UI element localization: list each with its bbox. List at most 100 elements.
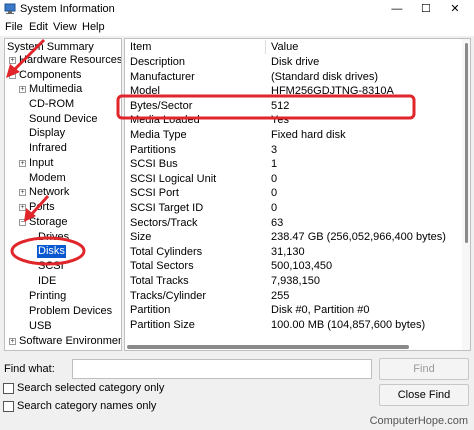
row-item: Model [130, 85, 160, 98]
expand-icon[interactable]: + [19, 160, 26, 167]
tree-item-display[interactable]: Display [29, 127, 65, 140]
table-row[interactable]: Total Cylinders 31,130 [125, 245, 465, 259]
tree-item-multimedia[interactable]: Multimedia [29, 83, 82, 96]
row-value: 7,938,150 [271, 275, 320, 287]
row-value: 512 [271, 99, 290, 112]
tree-item-drives[interactable]: Drives [38, 231, 69, 244]
row-value: 3 [271, 143, 278, 156]
tree-item-input[interactable]: Input [29, 157, 53, 170]
table-row[interactable]: Total Sectors 500,103,450 [125, 259, 465, 273]
expand-icon[interactable]: + [19, 204, 26, 211]
column-header-value[interactable]: Value [271, 40, 298, 54]
details-list[interactable]: Item Value Description Disk drive Manufact… [124, 38, 471, 351]
expand-icon[interactable]: + [9, 57, 16, 64]
tree-item-components[interactable]: Components [19, 69, 81, 82]
row-item: Media Loaded [130, 114, 200, 127]
table-row[interactable]: Model HFM256GDJTNG-8310A [125, 84, 465, 98]
row-value: 255 [271, 289, 290, 302]
maximize-button[interactable]: ☐ [413, 2, 439, 15]
table-row[interactable]: Manufacturer (Standard disk drives) [125, 70, 465, 84]
tree-item-network[interactable]: Network [29, 186, 69, 199]
row-value: Fixed hard disk [271, 129, 346, 141]
tree-item-ide[interactable]: IDE [38, 275, 56, 288]
collapse-icon[interactable]: − [19, 219, 26, 226]
tree-item-hardware-resources[interactable]: Hardware Resources [19, 54, 121, 67]
table-row[interactable]: Sectors/Track 63 [125, 216, 465, 230]
tree-item-system-summary[interactable]: System Summary [7, 41, 94, 54]
tree-item-printing[interactable]: Printing [29, 290, 66, 303]
horizontal-scrollbar[interactable] [127, 345, 409, 349]
tree-item-cd-rom[interactable]: CD-ROM [29, 98, 74, 111]
category-tree[interactable]: System Summary + Hardware Resources − Co… [4, 38, 122, 351]
table-row[interactable]: SCSI Target ID 0 [125, 201, 465, 215]
tree-item-disks[interactable]: Disks [37, 245, 66, 258]
find-button[interactable]: Find [379, 358, 469, 380]
close-find-button[interactable]: Close Find [379, 384, 469, 406]
tree-item-scsi[interactable]: SCSI [38, 260, 64, 273]
row-item: SCSI Target ID [130, 202, 204, 214]
row-item: Tracks/Cylinder [130, 289, 206, 302]
row-value: 63 [271, 216, 284, 229]
row-value: 0 [271, 187, 278, 200]
table-row[interactable]: Description Disk drive [125, 55, 465, 69]
tree-item-usb[interactable]: USB [29, 320, 52, 333]
vertical-scrollbar[interactable] [462, 39, 470, 350]
tree-item-sound-device[interactable]: Sound Device [29, 113, 98, 126]
expand-icon[interactable]: + [19, 86, 26, 93]
search-names-checkbox[interactable] [3, 401, 14, 412]
row-value: 238.47 GB (256,052,966,400 bytes) [271, 231, 446, 244]
menu-file[interactable]: File [5, 21, 23, 33]
table-row[interactable]: SCSI Bus 1 [125, 157, 465, 171]
tree-item-ports[interactable]: Ports [29, 201, 55, 214]
row-value: 100.00 MB (104,857,600 bytes) [271, 318, 426, 331]
row-value: Disk drive [271, 56, 320, 68]
system-information-icon [4, 3, 16, 14]
window-title: System Information [20, 3, 115, 15]
scrollbar-thumb[interactable] [465, 43, 468, 243]
table-row[interactable]: SCSI Port 0 [125, 186, 465, 200]
menu-view[interactable]: View [53, 21, 77, 33]
table-row[interactable]: Size 238.47 GB (256,052,966,400 bytes) [125, 230, 465, 244]
table-row[interactable]: Partitions 3 [125, 143, 465, 157]
find-input[interactable] [72, 359, 372, 379]
menu-edit[interactable]: Edit [29, 21, 48, 33]
row-item: Media Type [130, 129, 187, 141]
tree-item-modem[interactable]: Modem [29, 172, 66, 185]
row-item: Sectors/Track [130, 216, 198, 229]
row-value: 0 [271, 202, 278, 214]
row-value: 500,103,450 [271, 260, 333, 273]
row-value: 31,130 [271, 245, 305, 258]
table-row[interactable]: SCSI Logical Unit 0 [125, 172, 465, 186]
close-button[interactable]: ✕ [442, 2, 468, 15]
table-row[interactable]: Media Type Fixed hard disk [125, 128, 465, 142]
table-row[interactable]: Bytes/Sector 512 [125, 99, 465, 113]
column-header-item[interactable]: Item [130, 40, 151, 54]
row-item: Bytes/Sector [130, 99, 193, 112]
find-label: Find what: [4, 363, 55, 375]
table-row[interactable]: Tracks/Cylinder 255 [125, 289, 465, 303]
expand-icon[interactable]: + [19, 189, 26, 196]
expand-icon[interactable]: + [9, 338, 16, 345]
row-item: Description [130, 56, 186, 68]
row-item: Manufacturer [130, 70, 195, 83]
table-row[interactable]: Partition Size 100.00 MB (104,857,600 byt… [125, 318, 465, 332]
search-selected-checkbox[interactable] [3, 383, 14, 394]
table-row[interactable]: Media Loaded Yes [125, 113, 465, 127]
row-item: SCSI Port [130, 187, 179, 200]
title-bar: System Information — ☐ ✕ [0, 0, 474, 18]
search-names-label: Search category names only [17, 400, 157, 412]
minimize-button[interactable]: — [384, 3, 410, 15]
row-item: Partition [130, 304, 171, 317]
table-row[interactable]: Total Tracks 7,938,150 [125, 274, 465, 288]
tree-item-software-environment[interactable]: Software Environment [19, 335, 121, 348]
column-divider [265, 40, 266, 54]
watermark: ComputerHope.com [369, 415, 468, 427]
tree-item-storage[interactable]: Storage [29, 216, 68, 229]
menu-help[interactable]: Help [82, 21, 105, 33]
row-value: (Standard disk drives) [271, 70, 378, 83]
tree-item-infrared[interactable]: Infrared [29, 142, 67, 155]
table-row[interactable]: Partition Disk #0, Partition #0 [125, 303, 465, 317]
collapse-icon[interactable]: − [9, 72, 16, 79]
window-controls: — ☐ ✕ [384, 2, 468, 15]
tree-item-problem-devices[interactable]: Problem Devices [29, 305, 112, 318]
